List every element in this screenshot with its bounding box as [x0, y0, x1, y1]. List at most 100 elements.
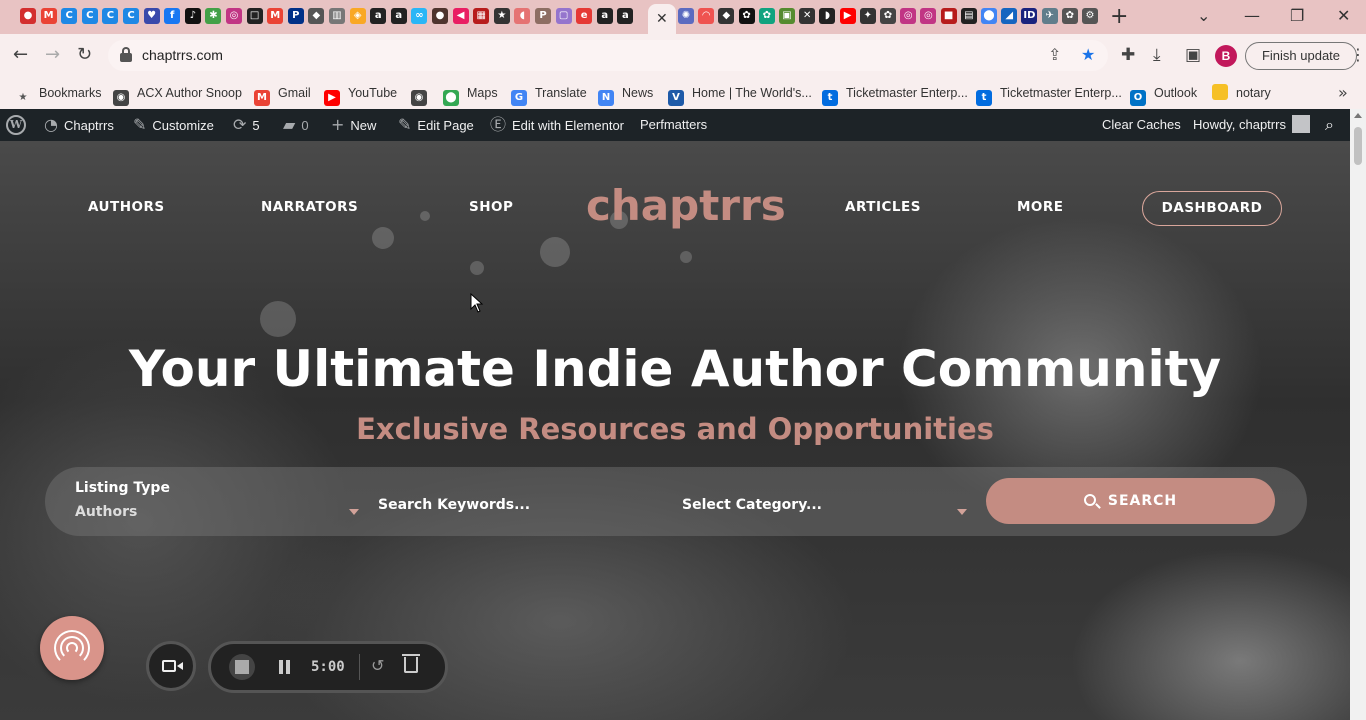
reload-icon[interactable]: ↻ — [77, 44, 92, 66]
maps-pin-icon[interactable]: ⬤ — [981, 8, 997, 24]
bookmark-star-icon[interactable]: ★ — [1081, 45, 1095, 65]
star-app-icon[interactable]: ★ — [493, 8, 510, 24]
finish-update-button[interactable]: Finish update — [1245, 42, 1357, 70]
c-app-icon[interactable]: C — [123, 8, 139, 24]
c-app-icon[interactable]: C — [102, 8, 119, 24]
wp-new[interactable]: + New — [331, 109, 376, 141]
gear-icon[interactable]: ⚙ — [1082, 8, 1098, 24]
bookmark-item[interactable]: V Home | The World's... — [668, 83, 812, 106]
rainbow-icon[interactable]: ◠ — [698, 8, 715, 24]
pause-icon[interactable] — [279, 660, 291, 674]
cross-app-icon[interactable]: ✕ — [799, 8, 816, 24]
close-window-icon[interactable]: ✕ — [1337, 5, 1350, 27]
close-tab-icon[interactable]: ✕ — [656, 10, 668, 28]
shield-icon[interactable]: ◗ — [819, 8, 836, 24]
address-bar[interactable]: chaptrrs.com ⇪ ★ — [108, 40, 1108, 71]
e-app-icon[interactable]: e — [576, 8, 593, 24]
openai-icon[interactable]: ✿ — [880, 8, 896, 24]
nav-more[interactable]: MORE — [1017, 197, 1064, 217]
puzzle-app-icon[interactable]: ✦ — [859, 8, 876, 24]
bookmark-item[interactable]: M Gmail — [254, 83, 311, 106]
side-panel-icon[interactable]: ▣ — [1185, 44, 1201, 66]
openai-icon[interactable]: ✿ — [1061, 8, 1078, 24]
infinity-icon[interactable]: ∞ — [411, 8, 428, 24]
id-icon[interactable]: ID — [1021, 8, 1038, 24]
opera-icon[interactable]: ● — [20, 8, 36, 24]
bookmark-item[interactable]: N News — [598, 83, 653, 106]
site-logo[interactable]: chaptrrs — [586, 181, 786, 231]
wordpress-logo-icon[interactable]: W — [6, 115, 26, 135]
nav-articles[interactable]: ARTICLES — [845, 197, 921, 217]
restore-window-icon[interactable]: ❐ — [1290, 5, 1304, 27]
search-button[interactable]: SEARCH — [986, 478, 1275, 524]
tiktok-icon[interactable]: ♪ — [184, 8, 201, 24]
trash-icon[interactable] — [402, 654, 420, 673]
youtube-icon[interactable]: ▶ — [839, 8, 856, 24]
bookmark-item[interactable]: ▶ YouTube — [324, 83, 397, 106]
red-box-icon[interactable]: ■ — [940, 8, 957, 24]
camera-toggle-button[interactable] — [146, 641, 196, 691]
gear-flower-icon[interactable]: ✺ — [678, 8, 694, 24]
trend-icon[interactable]: ◢ — [1001, 8, 1018, 24]
new-tab-icon[interactable]: + — [1110, 5, 1128, 29]
gmail-icon[interactable]: M — [40, 8, 57, 24]
scroll-up-icon[interactable] — [1354, 113, 1362, 118]
bookmark-item[interactable]: G Translate — [511, 83, 587, 106]
plane-icon[interactable]: ✈ — [1041, 8, 1058, 24]
asterisk-icon[interactable]: ✱ — [205, 8, 222, 24]
facebook-icon[interactable]: f — [164, 8, 181, 24]
bookmark-item[interactable]: notary — [1212, 83, 1271, 103]
c-app-icon[interactable]: C — [81, 8, 98, 24]
minimize-window-icon[interactable]: — — [1244, 5, 1260, 27]
page-scrollbar[interactable] — [1350, 109, 1366, 720]
instagram-icon[interactable]: ◎ — [226, 8, 242, 24]
nav-narrators[interactable]: NARRATORS — [261, 197, 358, 217]
book-app-icon[interactable]: ◈ — [349, 8, 366, 24]
amazon-icon[interactable]: a — [596, 8, 613, 24]
wp-edit-page[interactable]: ✎ Edit Page — [398, 109, 474, 141]
fingerprint-widget-button[interactable] — [40, 616, 104, 680]
lavender-app-icon[interactable]: ▢ — [555, 8, 572, 24]
wp-perfmatters[interactable]: Perfmatters — [640, 109, 707, 141]
tab-search-chevron-icon[interactable]: ⌄ — [1197, 5, 1210, 27]
openai-icon[interactable]: ✿ — [738, 8, 755, 24]
pink-app-icon[interactable]: ◀ — [452, 8, 469, 24]
wp-site-name[interactable]: ◔ Chaptrrs — [44, 109, 114, 141]
news-app-icon[interactable]: ▦ — [473, 8, 490, 24]
share-icon[interactable]: ⇪ — [1048, 45, 1061, 65]
bookmarks-overflow-icon[interactable]: » — [1338, 83, 1348, 103]
dark-circle-icon[interactable]: ● — [432, 8, 448, 24]
category-select-value[interactable]: Select Category... — [682, 495, 822, 515]
wp-clear-caches[interactable]: Clear Caches — [1102, 109, 1181, 141]
instagram-icon[interactable]: ◎ — [900, 8, 917, 24]
c-app-icon[interactable]: C — [61, 8, 78, 24]
stop-recording-button[interactable] — [229, 654, 255, 680]
extensions-puzzle-icon[interactable]: ✚ — [1121, 44, 1135, 66]
back-arrow-icon[interactable]: ← — [13, 44, 28, 66]
amazon-icon[interactable]: a — [617, 8, 634, 24]
dashboard-button[interactable]: DASHBOARD — [1142, 191, 1282, 226]
lock-icon[interactable] — [120, 47, 132, 62]
download-icon[interactable]: ⤓ — [1153, 44, 1161, 66]
bookmark-item[interactable]: ⬤ Maps — [443, 83, 498, 106]
paypal-icon[interactable]: P — [287, 8, 304, 24]
bookmark-item[interactable]: t Ticketmaster Enterp... — [822, 83, 968, 106]
openai-icon[interactable]: ✿ — [758, 8, 775, 24]
p-app-icon[interactable]: P — [535, 8, 551, 24]
wp-edit-elementor[interactable]: Ⓔ Edit with Elementor — [490, 109, 624, 141]
profile-avatar[interactable]: B — [1215, 45, 1237, 67]
chrome-menu-icon[interactable]: ⋮ — [1350, 44, 1366, 66]
pin-app-icon[interactable]: ◖ — [514, 8, 531, 24]
heart-app-icon[interactable]: ♥ — [143, 8, 160, 24]
nav-authors[interactable]: AUTHORS — [88, 197, 165, 217]
wp-comments[interactable]: ▰ 0 — [283, 109, 309, 141]
amazon-icon[interactable]: a — [390, 8, 407, 24]
address-url[interactable]: chaptrrs.com — [142, 47, 223, 64]
bookmark-item[interactable]: ◉ ACX Author Snoop — [113, 83, 242, 106]
chevron-down-icon[interactable] — [957, 509, 967, 515]
active-tab[interactable]: ✕ — [648, 4, 676, 34]
wp-howdy[interactable]: Howdy, chaptrrs — [1193, 109, 1310, 141]
chart-app-icon[interactable]: ▥ — [329, 8, 345, 24]
amazon-icon[interactable]: a — [370, 8, 387, 24]
forward-arrow-icon[interactable]: → — [45, 44, 60, 66]
